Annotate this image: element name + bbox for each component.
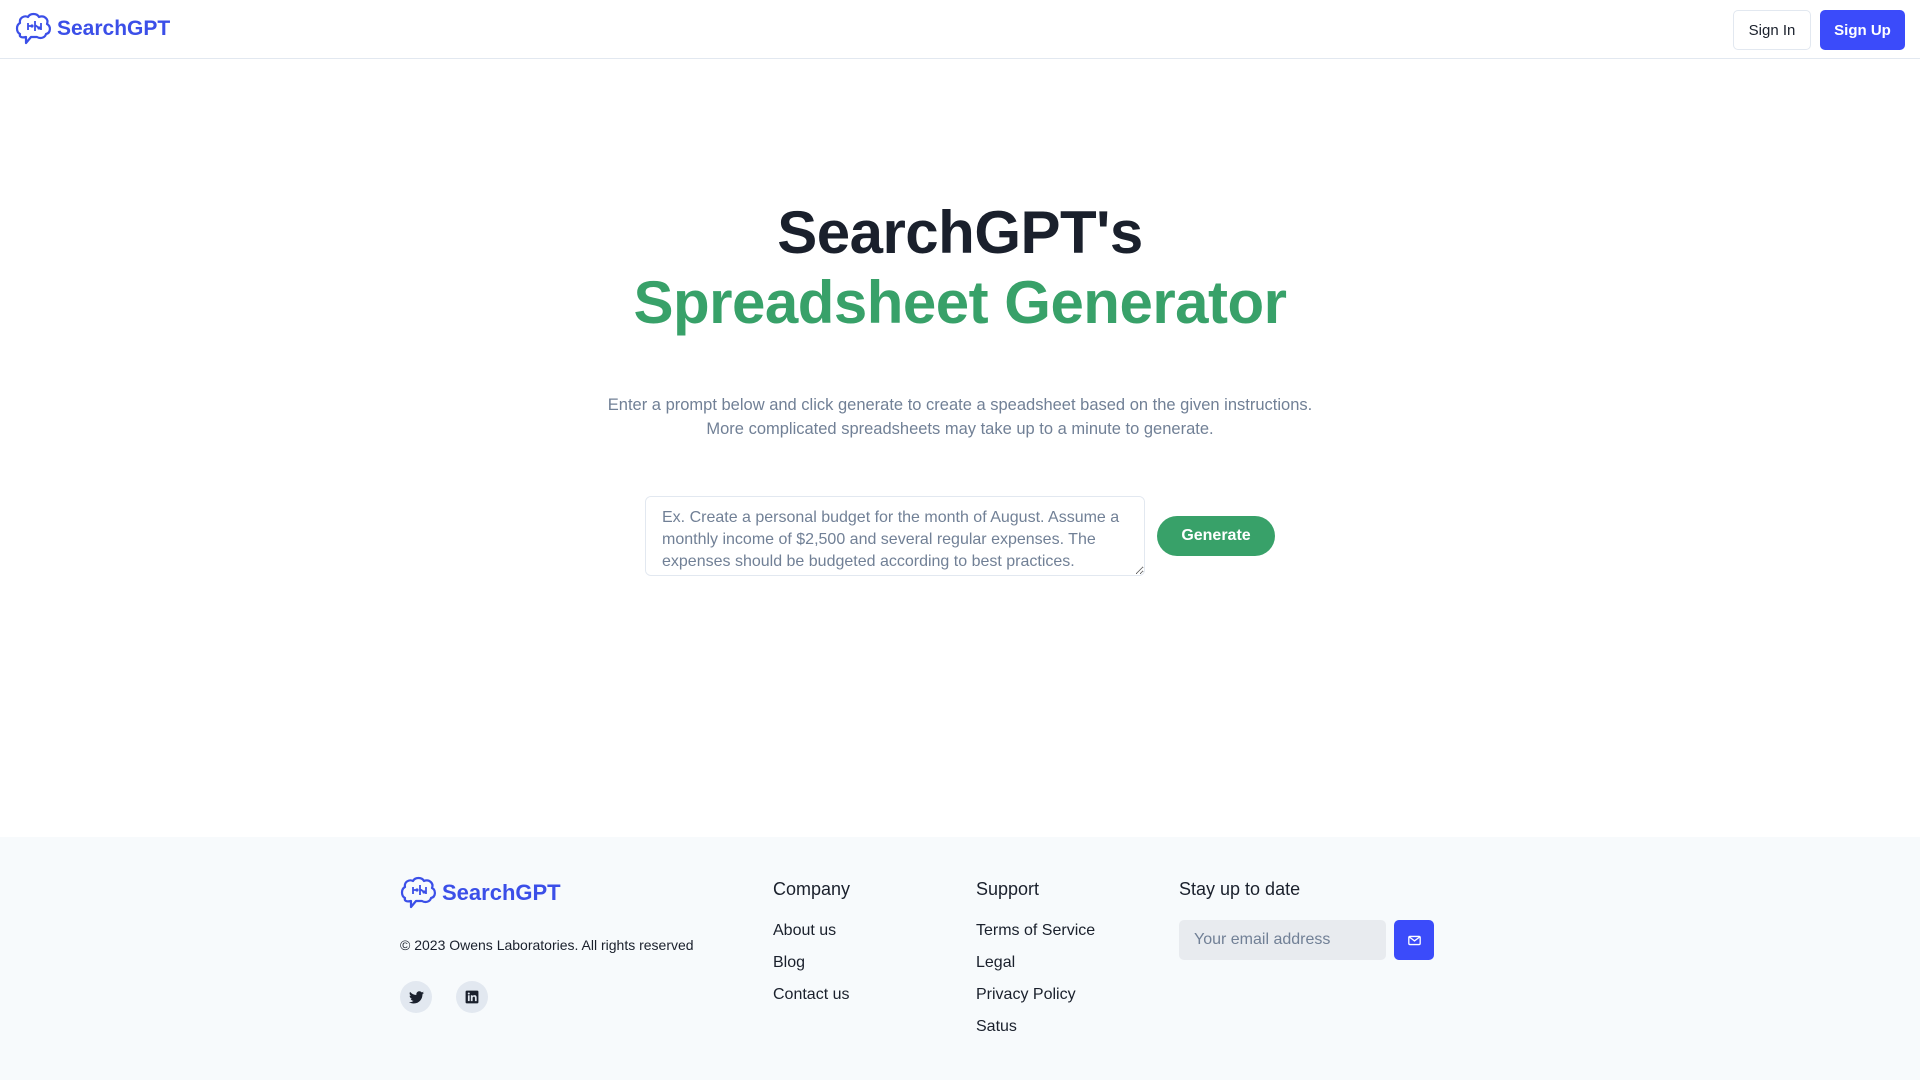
description-line-2: More complicated spreadsheets may take u… <box>706 420 1214 438</box>
status-link[interactable]: Satus <box>976 1018 1017 1036</box>
newsletter-heading: Stay up to date <box>1179 879 1301 899</box>
subscribe-button[interactable] <box>1394 920 1434 960</box>
legal-link[interactable]: Legal <box>976 954 1015 972</box>
twitter-icon <box>408 990 424 1003</box>
prompt-input[interactable] <box>645 496 1145 576</box>
brain-chat-icon <box>400 876 436 909</box>
about-us-link[interactable]: About us <box>773 922 836 940</box>
linkedin-icon <box>465 990 479 1004</box>
brain-chat-icon <box>15 12 51 45</box>
generate-button[interactable]: Generate <box>1157 516 1275 556</box>
privacy-policy-link[interactable]: Privacy Policy <box>976 986 1076 1004</box>
copyright-text: © 2023 Owens Laboratories. All rights re… <box>400 937 694 953</box>
description-line-1: Enter a prompt below and click generate … <box>607 396 1313 414</box>
brand-name: SearchGPT <box>57 17 171 40</box>
page-description: Enter a prompt below and click generate … <box>0 393 1920 441</box>
title-line-1: SearchGPT's <box>777 199 1143 266</box>
mail-icon <box>1407 935 1421 945</box>
title-line-2: Spreadsheet Generator <box>633 269 1287 336</box>
top-navbar: SearchGPT Sign In Sign Up <box>0 0 1920 59</box>
brand-logo[interactable]: SearchGPT <box>15 12 170 46</box>
footer-brand-name: SearchGPT <box>442 880 561 905</box>
footer-brand-logo[interactable]: SearchGPT <box>400 876 561 910</box>
email-input[interactable] <box>1179 920 1386 960</box>
terms-of-service-link[interactable]: Terms of Service <box>976 922 1095 940</box>
contact-us-link[interactable]: Contact us <box>773 986 849 1004</box>
sign-in-button[interactable]: Sign In <box>1733 10 1811 50</box>
twitter-link[interactable] <box>400 981 432 1013</box>
sign-up-button[interactable]: Sign Up <box>1820 10 1905 50</box>
support-heading: Support <box>976 879 1040 899</box>
footer <box>0 837 1920 1080</box>
page-title: SearchGPT's Spreadsheet Generator <box>0 198 1920 338</box>
linkedin-link[interactable] <box>456 981 488 1013</box>
blog-link[interactable]: Blog <box>773 954 805 972</box>
company-heading: Company <box>773 879 851 899</box>
